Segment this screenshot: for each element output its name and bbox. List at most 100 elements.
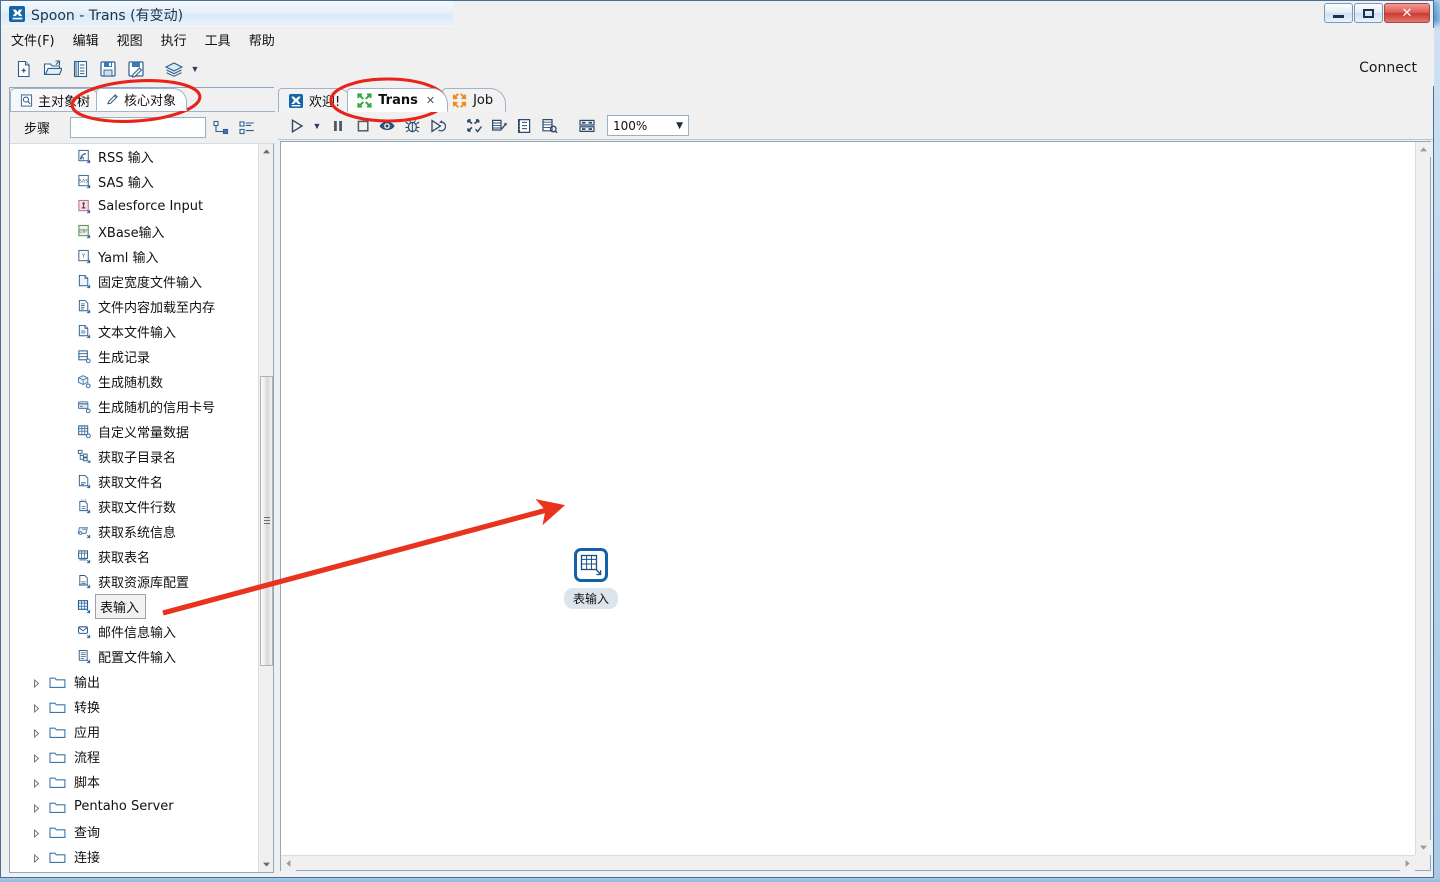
steps-tree-list: RSS 输入 SAS SAS 输入 Salesforce Input DBF X… — [10, 144, 258, 872]
zoom-level-combo[interactable]: 100% ▼ — [607, 115, 689, 136]
tree-item-generate-rows[interactable]: 生成记录 — [10, 344, 258, 369]
preview-button[interactable] — [375, 114, 400, 138]
close-button[interactable]: ✕ — [1384, 3, 1430, 23]
connect-button[interactable]: Connect — [1359, 60, 1417, 76]
open-button[interactable] — [38, 56, 66, 82]
tree-item-salesforce-input[interactable]: Salesforce Input — [10, 194, 258, 219]
tree-folder-scripting[interactable]: 脚本 — [10, 769, 258, 794]
generate-sql-button[interactable] — [512, 114, 537, 138]
step-search-row: 步骤 — [10, 112, 275, 144]
tree-item-load-file-to-memory[interactable]: 文件内容加载至内存 — [10, 294, 258, 319]
tree-item-get-files-rowcount[interactable]: 123 获取文件行数 — [10, 494, 258, 519]
canvas-horizontal-scrollbar[interactable] — [281, 855, 1415, 871]
tree-item-label: 获取文件行数 — [98, 501, 177, 516]
menu-edit[interactable]: 编辑 — [64, 27, 108, 52]
tree-item-text-file-input[interactable]: 文本文件输入 — [10, 319, 258, 344]
perspective-button[interactable] — [160, 56, 188, 82]
debug-button[interactable] — [400, 114, 425, 138]
menu-file[interactable]: 文件(F) — [2, 27, 64, 52]
menu-run[interactable]: 执行 — [152, 27, 196, 52]
explore-button[interactable] — [66, 56, 94, 82]
canvas-vertical-scrollbar[interactable] — [1415, 142, 1431, 855]
pause-button[interactable] — [325, 114, 350, 138]
tree-folder-output[interactable]: 输出 — [10, 669, 258, 694]
run-options-button[interactable]: ▼ — [309, 114, 325, 138]
tree-item-data-grid[interactable]: 自定义常量数据 — [10, 419, 258, 444]
tree-item-generate-credit-card[interactable]: 生成随机的信用卡号 — [10, 394, 258, 419]
tree-folder-flow[interactable]: 流程 — [10, 744, 258, 769]
scroll-down-button[interactable] — [259, 857, 273, 872]
tree-folder-joins[interactable]: 连接 — [10, 844, 258, 869]
tree-item-generate-random[interactable]: 生成随机数 — [10, 369, 258, 394]
tree-item-label: Yaml 输入 — [98, 251, 159, 266]
tree-item-get-system-info[interactable]: 获取系统信息 — [10, 519, 258, 544]
tree-item-label: 自定义常量数据 — [98, 426, 190, 441]
main-toolbar: ▼ — [2, 52, 1434, 86]
tree-item-mail-input[interactable]: 邮件信息输入 — [10, 619, 258, 644]
tree-folder-application[interactable]: 应用 — [10, 719, 258, 744]
menu-view[interactable]: 视图 — [108, 27, 152, 52]
save-button[interactable] — [94, 56, 122, 82]
tree-folder-label: 转换 — [74, 701, 101, 716]
new-button[interactable] — [10, 56, 38, 82]
tree-item-table-input[interactable]: 表输入 — [10, 594, 258, 619]
canvas-scroll-right-button[interactable] — [1400, 856, 1415, 871]
steps-tree[interactable]: RSS 输入 SAS SAS 输入 Salesforce Input DBF X… — [10, 144, 273, 872]
tree-item-get-file-names[interactable]: 获取文件名 — [10, 469, 258, 494]
verify-button[interactable] — [462, 114, 487, 138]
tree-folder-transform[interactable]: 转换 — [10, 694, 258, 719]
tree-item-fixed-file-input[interactable]: 固定宽度文件输入 — [10, 269, 258, 294]
save-as-button[interactable] — [122, 56, 150, 82]
expand-all-button[interactable] — [210, 117, 232, 139]
window-controls: ✕ — [1323, 3, 1430, 23]
canvas-scroll-left-button[interactable] — [281, 856, 296, 871]
run-button[interactable] — [284, 114, 309, 138]
analyse-impact-button[interactable] — [487, 114, 512, 138]
tree-folder-label: 应用 — [74, 726, 101, 741]
stop-button[interactable] — [350, 114, 375, 138]
close-icon[interactable]: ✕ — [426, 94, 435, 107]
tree-item-xbase-input[interactable]: DBF XBase输入 — [10, 219, 258, 244]
tab-core-objects[interactable]: 核心对象 — [96, 88, 188, 111]
transformation-canvas-wrapper: 表输入 — [280, 141, 1431, 871]
menu-tools[interactable]: 工具 — [196, 27, 240, 52]
tree-item-get-subfolder-names[interactable]: 获取子目录名 — [10, 444, 258, 469]
canvas-scroll-down-button[interactable] — [1416, 840, 1431, 855]
scroll-up-button[interactable] — [259, 144, 273, 159]
canvas-scroll-up-button[interactable] — [1416, 142, 1431, 157]
tree-item-get-repository-config[interactable]: 获取资源库配置 — [10, 569, 258, 594]
tree-folder-label: 流程 — [74, 751, 101, 766]
tree-folder-pentaho-server[interactable]: Pentaho Server — [10, 794, 258, 819]
tree-item-get-table-names[interactable]: 获取表名 — [10, 544, 258, 569]
menu-help[interactable]: 帮助 — [240, 27, 284, 52]
grid-view-button[interactable] — [574, 114, 599, 138]
tree-item-label: XBase输入 — [98, 226, 165, 241]
collapse-all-button[interactable] — [236, 117, 258, 139]
replay-button[interactable] — [425, 114, 450, 138]
tree-folder-lookup[interactable]: 查询 — [10, 819, 258, 844]
tab-trans[interactable]: Trans ✕ — [347, 88, 449, 112]
tree-item-sas-input[interactable]: SAS SAS 输入 — [10, 169, 258, 194]
get-repository-config-icon — [76, 574, 92, 590]
spoon-icon — [9, 6, 25, 22]
show-results-button[interactable] — [537, 114, 562, 138]
minimize-button[interactable] — [1324, 3, 1353, 23]
maximize-button[interactable] — [1354, 3, 1383, 23]
canvas-step-table-input[interactable]: 表输入 — [559, 548, 623, 609]
tab-welcome[interactable]: 欢迎! — [278, 88, 354, 112]
tree-item-property-input[interactable]: 配置文件输入 — [10, 644, 258, 669]
tab-welcome-label: 欢迎! — [309, 95, 341, 110]
xbase-input-icon: DBF — [76, 224, 92, 240]
transformation-toolbar: ▼ 100% ▼ — [278, 112, 1433, 140]
search-input[interactable] — [70, 117, 206, 138]
chevron-down-icon[interactable]: ▼ — [188, 56, 202, 82]
tree-item-yaml-input[interactable]: Y Yaml 输入 — [10, 244, 258, 269]
tree-scroll-thumb[interactable] — [260, 376, 273, 666]
transformation-canvas[interactable]: 表输入 — [281, 142, 1415, 855]
get-files-rowcount-icon: 123 — [76, 499, 92, 515]
tree-item-label: 文本文件输入 — [98, 326, 177, 341]
tree-vertical-scrollbar[interactable] — [258, 144, 273, 872]
tab-main-tree[interactable]: 主对象树 — [10, 88, 102, 111]
tab-job[interactable]: Job — [442, 88, 507, 112]
tree-item-rss-input[interactable]: RSS 输入 — [10, 144, 258, 169]
